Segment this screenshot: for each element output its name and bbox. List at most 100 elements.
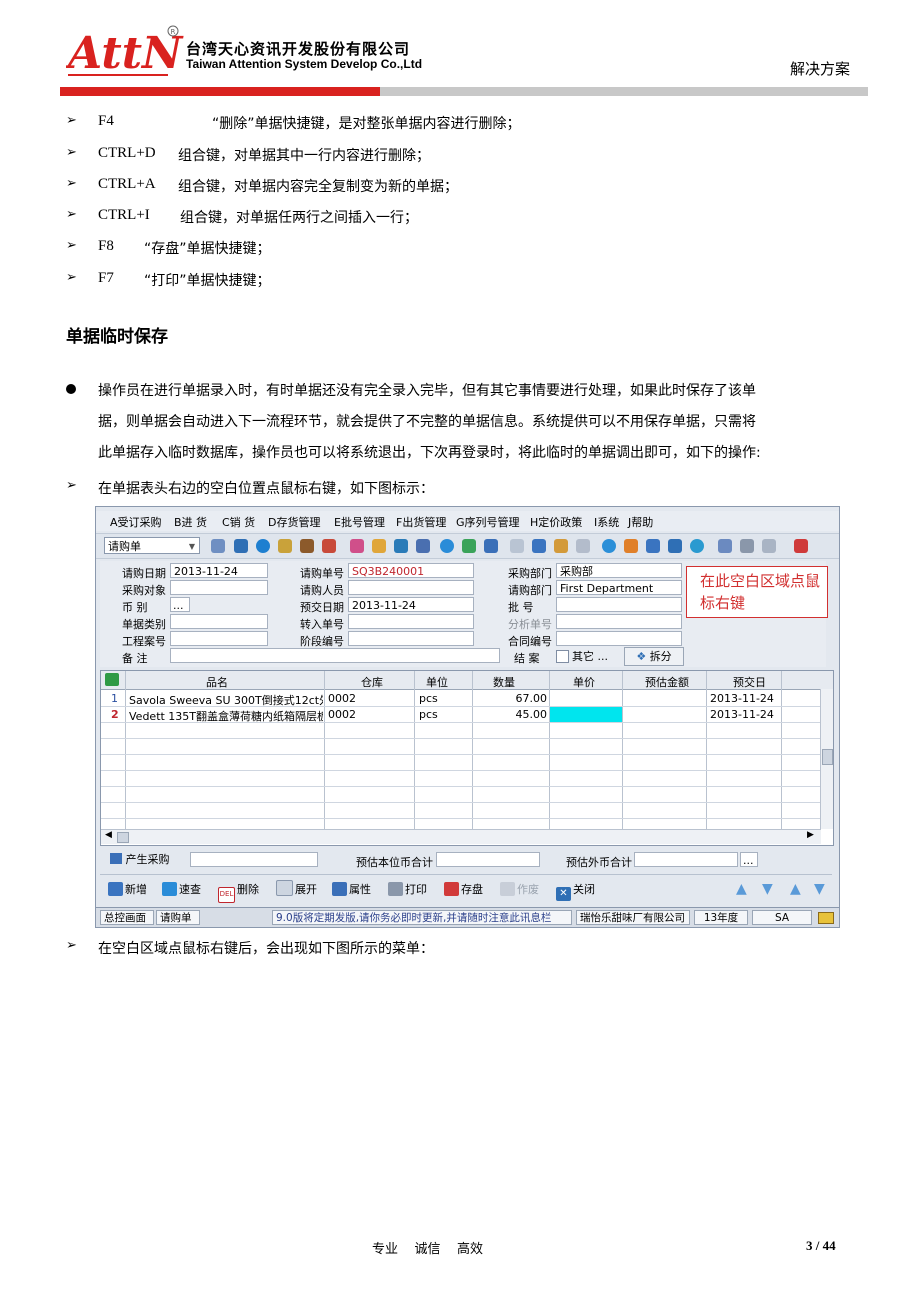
menu-item[interactable]: H定价政策	[530, 514, 582, 530]
purdept-field[interactable]: 采购部	[556, 563, 682, 578]
new-button[interactable]: 新增	[108, 879, 147, 901]
col-header[interactable]: 预交日	[733, 674, 766, 690]
scroll-left-icon[interactable]: ◀	[105, 830, 112, 840]
void-button[interactable]: 作废	[500, 879, 539, 901]
menu-item[interactable]: J帮助	[628, 514, 653, 530]
tool-icon[interactable]	[646, 539, 660, 553]
delete-button[interactable]: DEL 删除	[218, 879, 259, 903]
tool-icon[interactable]	[510, 539, 524, 553]
tool-icon[interactable]	[532, 539, 546, 553]
tool-icon[interactable]	[350, 539, 364, 553]
tool-icon[interactable]	[372, 539, 386, 553]
col-header[interactable]: 预估金额	[645, 674, 689, 690]
quantity[interactable]: 45.00	[473, 708, 548, 721]
next-record-icon[interactable]: ▼	[762, 881, 773, 897]
print-button[interactable]: 打印	[388, 879, 427, 901]
horizontal-scrollbar[interactable]: ◀ ▶	[101, 829, 821, 844]
item-name[interactable]: Vedett 135T翻盖盒薄荷糖内纸箱隔层板 \	[129, 708, 323, 724]
target-field[interactable]	[170, 580, 268, 595]
col-header[interactable]: 仓库	[361, 674, 383, 690]
tool-icon[interactable]	[256, 539, 270, 553]
col-header[interactable]: 数量	[493, 674, 515, 690]
home-tab[interactable]: 总控画面	[100, 910, 154, 925]
tool-icon[interactable]	[624, 539, 638, 553]
generate-purchase-button[interactable]: 产生采购	[110, 852, 170, 868]
quantity[interactable]: 67.00	[473, 692, 548, 705]
split-button[interactable]: ❖ 拆分	[624, 647, 684, 666]
other-button[interactable]: 其它 ...	[572, 648, 608, 663]
split-no-field[interactable]	[556, 614, 682, 629]
first-record-icon[interactable]: ▲	[736, 881, 747, 897]
tool-icon[interactable]	[300, 539, 314, 553]
scroll-thumb[interactable]	[822, 749, 833, 765]
menu-item[interactable]: E批号管理	[334, 514, 385, 530]
tool-icon[interactable]	[690, 539, 704, 553]
tool-icon[interactable]	[554, 539, 568, 553]
deliver-date[interactable]: 2013-11-24	[710, 692, 774, 705]
warehouse[interactable]: 0002	[328, 708, 356, 721]
date-field[interactable]: 2013-11-24	[170, 563, 268, 578]
contract-field[interactable]	[556, 631, 682, 646]
tool-icon[interactable]	[718, 539, 732, 553]
col-header[interactable]: 品名	[206, 674, 228, 690]
tool-icon[interactable]	[234, 539, 248, 553]
tool-icon[interactable]	[462, 539, 476, 553]
vertical-scrollbar[interactable]	[820, 689, 833, 829]
mail-icon[interactable]	[818, 912, 834, 924]
stage-field[interactable]	[348, 631, 474, 646]
exit-icon[interactable]	[794, 539, 808, 553]
tool-icon[interactable]	[576, 539, 590, 553]
menu-item[interactable]: B进 货	[174, 514, 207, 530]
menu-item[interactable]: I系统	[594, 514, 619, 530]
menu-item[interactable]: F出货管理	[396, 514, 446, 530]
requester-label: 请购人员	[300, 584, 344, 597]
requester-field[interactable]	[348, 580, 474, 595]
properties-button[interactable]: 属性	[332, 879, 371, 901]
close-button[interactable]: ✕ 关闭	[556, 879, 595, 901]
warehouse[interactable]: 0002	[328, 692, 356, 705]
scroll-thumb[interactable]	[117, 832, 129, 843]
menu-item[interactable]: G序列号管理	[456, 514, 520, 530]
tool-icon[interactable]	[602, 539, 616, 553]
menu-item[interactable]: D存货管理	[268, 514, 320, 530]
item-name[interactable]: Savola Sweeva SU 300T倒接式12ct外纸箱	[129, 692, 323, 708]
menu-item[interactable]: C销 货	[222, 514, 255, 530]
transfer-field[interactable]	[348, 614, 474, 629]
menu-item[interactable]: A受订采购	[110, 514, 162, 530]
save-button[interactable]: 存盘	[444, 879, 483, 901]
tool-icon[interactable]	[668, 539, 682, 553]
tool-icon[interactable]	[278, 539, 292, 553]
doc-tab[interactable]: 请购单	[156, 910, 200, 925]
tool-icon[interactable]	[394, 539, 408, 553]
currency-picker[interactable]: ...	[170, 597, 190, 612]
reqdept-field[interactable]: First Department	[556, 580, 682, 595]
tool-icon[interactable]	[740, 539, 754, 553]
help-icon[interactable]	[440, 539, 454, 553]
tool-icon[interactable]	[762, 539, 776, 553]
unit[interactable]: pcs	[419, 708, 438, 721]
batch-field[interactable]	[556, 597, 682, 612]
deliver-field[interactable]: 2013-11-24	[348, 597, 474, 612]
cart-icon[interactable]	[484, 539, 498, 553]
unit-price-active-cell[interactable]	[550, 707, 622, 722]
deliver-date[interactable]: 2013-11-24	[710, 708, 774, 721]
doc-type-select[interactable]: 请购单 ▼	[104, 537, 200, 554]
quick-search-button[interactable]: 速查	[162, 879, 201, 901]
tool-icon[interactable]	[211, 539, 225, 553]
note-field[interactable]	[170, 648, 500, 663]
unit[interactable]: pcs	[419, 692, 438, 705]
col-header[interactable]: 单位	[426, 674, 448, 690]
expand-button[interactable]: 展开	[276, 879, 317, 901]
doctype-field[interactable]	[170, 614, 268, 629]
docno-field[interactable]: SQ3B240001	[348, 563, 474, 578]
close-checkbox[interactable]	[556, 650, 569, 663]
excel-icon[interactable]	[105, 673, 119, 686]
col-header[interactable]: 单价	[573, 674, 595, 690]
tool-icon[interactable]	[322, 539, 336, 553]
last-record-icon[interactable]: ▼	[814, 881, 825, 897]
prev-record-icon[interactable]: ▲	[790, 881, 801, 897]
project-field[interactable]	[170, 631, 268, 646]
tool-icon[interactable]	[416, 539, 430, 553]
more-button[interactable]: ...	[740, 852, 758, 867]
scroll-right-icon[interactable]: ▶	[807, 830, 814, 840]
